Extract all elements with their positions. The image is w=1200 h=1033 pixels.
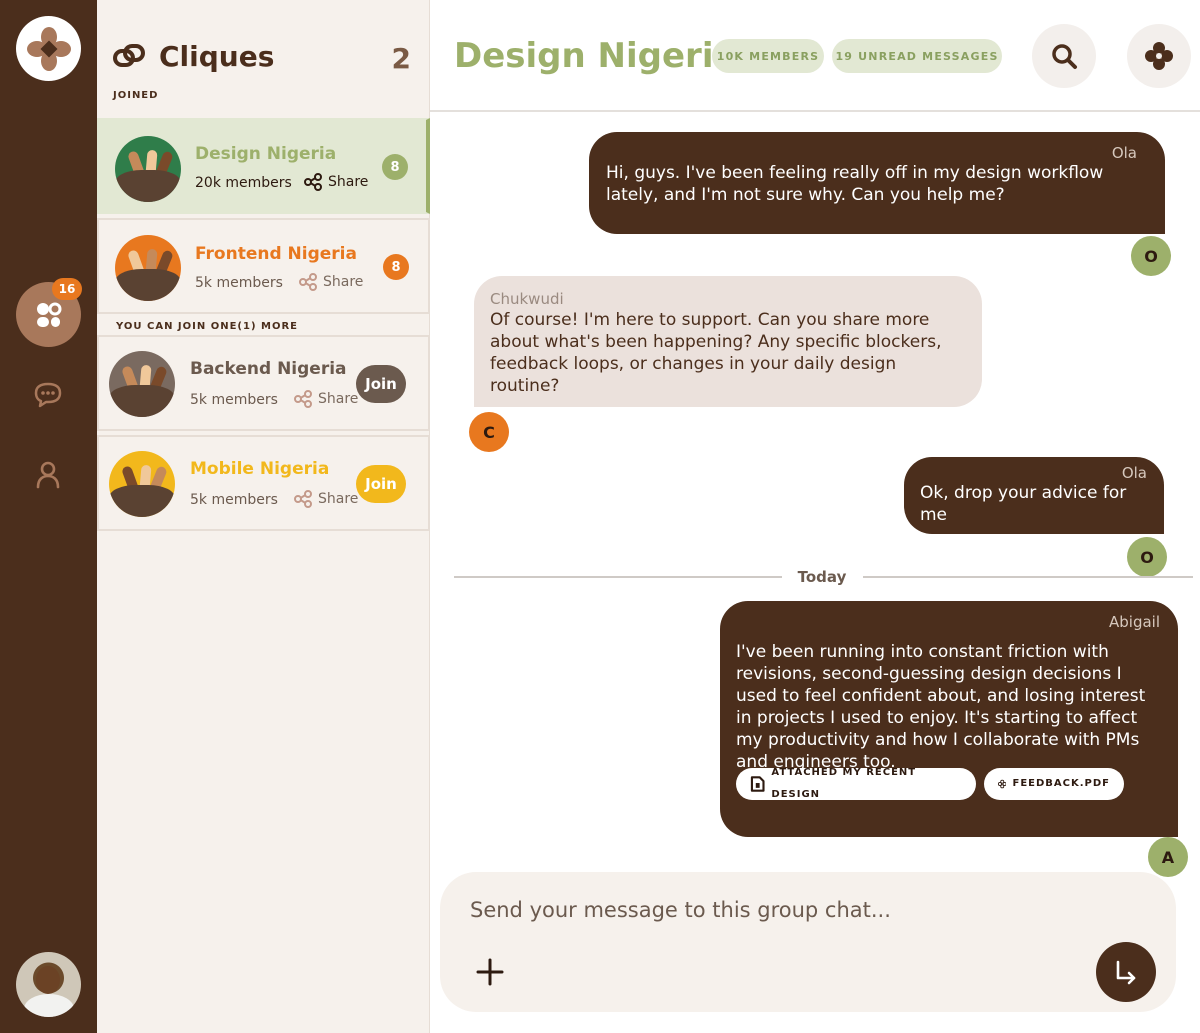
join-button[interactable]: Join [356, 365, 406, 403]
message-bubble: Abigail I've been running into constant … [720, 601, 1178, 837]
joined-count: 2 [391, 42, 411, 75]
link-icon [113, 43, 145, 67]
send-button[interactable] [1096, 942, 1156, 1002]
user-icon [36, 461, 60, 489]
share-icon [299, 273, 317, 291]
attachment-design[interactable]: ATTACHED MY RECENT DESIGN [736, 767, 976, 800]
clique-members: 5k members [190, 492, 278, 508]
chat-title: Design Nigeria [454, 36, 737, 76]
clique-name: Mobile Nigeria [190, 459, 330, 479]
attachment-label: FEEDBACK.PDF [1012, 778, 1110, 789]
date-divider: Today [797, 568, 847, 586]
share-label: Share [318, 491, 359, 507]
message-input[interactable] [470, 896, 1070, 924]
clover-file-icon [998, 779, 1007, 789]
clique-members: 20k members [195, 175, 292, 191]
panel-title: Cliques [159, 40, 275, 73]
plus-icon [476, 958, 504, 986]
sender-avatar: O [1127, 537, 1167, 577]
panel-header: Cliques [113, 40, 274, 73]
share-label: Share [323, 274, 364, 290]
message-text: Hi, guys. I've been feeling really off i… [606, 163, 1104, 205]
unread-badge: 8 [383, 254, 409, 280]
nav-rail: 16 [0, 0, 97, 1033]
attachment-feedback[interactable]: FEEDBACK.PDF [984, 768, 1124, 800]
clique-avatar [109, 451, 175, 517]
clique-members: 5k members [195, 275, 283, 291]
message-sender: Ola [1111, 144, 1137, 162]
message-bubble: Ola Ok, drop your advice for me [904, 457, 1164, 534]
clique-item-mobile-nigeria[interactable]: Mobile Nigeria 5k members Share Join [97, 435, 430, 531]
chat-header: Design Nigeria 10K MEMBERS 19 UNREAD MES… [430, 0, 1200, 112]
clique-name: Frontend Nigeria [195, 244, 357, 264]
sender-avatar: A [1148, 837, 1188, 877]
share-label: Share [328, 174, 369, 190]
message-text: Ok, drop your advice for me [920, 483, 1127, 525]
share-icon [294, 490, 312, 508]
message-bubble: Chukwudi Of course! I'm here to support.… [474, 276, 982, 407]
sender-avatar: O [1131, 236, 1171, 276]
clover-menu-icon [1145, 42, 1173, 70]
more-section-label: YOU CAN JOIN ONE(1) MORE [116, 321, 298, 332]
join-button[interactable]: Join [356, 465, 406, 503]
message-sender: Ola [1121, 464, 1147, 482]
send-arrow-icon [1116, 960, 1136, 985]
cliques-notification-badge: 16 [52, 278, 82, 300]
message-sender: Abigail [1109, 613, 1160, 631]
share-button[interactable]: Share [294, 490, 358, 508]
file-icon [750, 776, 765, 792]
share-button[interactable]: Share [299, 273, 363, 291]
clique-item-backend-nigeria[interactable]: Backend Nigeria 5k members Share Join [97, 335, 430, 431]
clique-avatar [115, 136, 181, 202]
nav-profile[interactable] [31, 458, 65, 492]
app-logo[interactable] [16, 16, 81, 81]
attachment-label: ATTACHED MY RECENT DESIGN [771, 767, 917, 800]
share-icon [294, 390, 312, 408]
clique-name: Design Nigeria [195, 144, 337, 164]
share-button[interactable]: Share [304, 173, 368, 191]
clique-item-frontend-nigeria[interactable]: Frontend Nigeria 5k members Share 8 [97, 218, 430, 314]
message-bubble: Ola Hi, guys. I've been feeling really o… [589, 132, 1165, 234]
message-sender: Chukwudi [490, 290, 564, 308]
cliques-panel: Cliques 2 JOINED Design Nigeria 20k memb… [97, 0, 430, 1033]
clique-item-design-nigeria[interactable]: Design Nigeria 20k members Share 8 [97, 118, 430, 214]
share-label: Share [318, 391, 359, 407]
clique-avatar [109, 351, 175, 417]
divider-line-left [454, 576, 782, 578]
chat-area: Design Nigeria 10K MEMBERS 19 UNREAD MES… [430, 0, 1200, 1033]
joined-section-label: JOINED [113, 90, 159, 101]
chat-bubble-icon [34, 382, 62, 408]
search-icon [1052, 44, 1077, 69]
clique-name: Backend Nigeria [190, 359, 347, 379]
nav-chats[interactable] [31, 378, 65, 412]
clover-logo-icon [26, 26, 71, 71]
current-user-avatar[interactable] [16, 952, 81, 1017]
unread-pill: 19 UNREAD MESSAGES [832, 39, 1002, 73]
unread-badge: 8 [382, 154, 408, 180]
clique-members: 5k members [190, 392, 278, 408]
group-menu-button[interactable] [1127, 24, 1191, 88]
add-attachment-button[interactable] [470, 952, 510, 992]
share-button[interactable]: Share [294, 390, 358, 408]
share-icon [304, 173, 322, 191]
message-composer [440, 872, 1176, 1012]
divider-line-right [863, 576, 1193, 578]
group-icon [36, 302, 61, 327]
sender-avatar: C [469, 412, 509, 452]
clique-avatar [115, 235, 181, 301]
message-text: I've been running into constant friction… [736, 642, 1146, 772]
search-button[interactable] [1032, 24, 1096, 88]
message-text: Of course! I'm here to support. Can you … [490, 310, 942, 396]
members-pill: 10K MEMBERS [712, 39, 824, 73]
